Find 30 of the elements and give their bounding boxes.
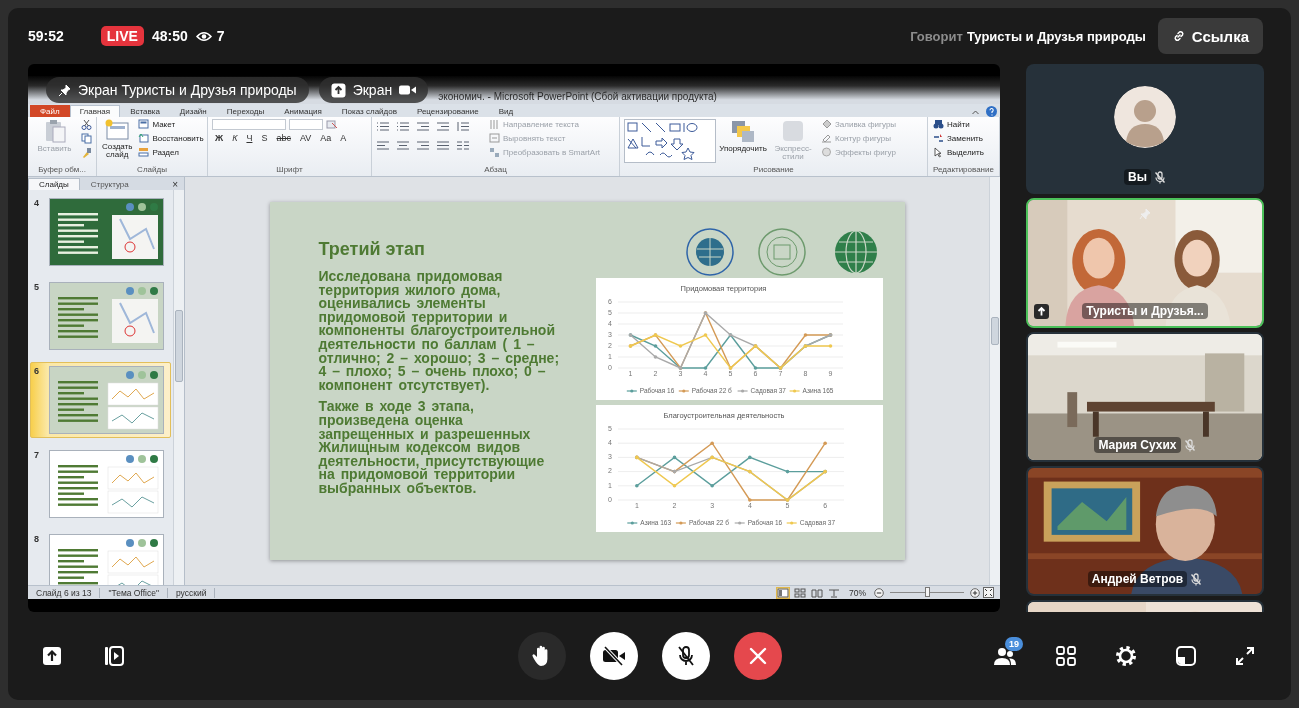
participant-name: Андрей Ветров xyxy=(1087,571,1188,587)
participant-name: Туристы и Друзья... xyxy=(1082,303,1208,319)
slide-number: 4 xyxy=(34,198,40,210)
stream-duration: 48:50 xyxy=(151,28,188,44)
group-title: Шрифт xyxy=(275,165,304,176)
group-title: Рисование xyxy=(752,165,795,176)
group-title: Буфер обм... xyxy=(37,165,87,176)
participant-name: Мария Сухих xyxy=(1094,437,1181,453)
call-timer: 59:52 xyxy=(28,28,64,44)
slide-paragraph: Исследована придомовая территория жилого дома, оценивались элементы придомовой территории и компоненты благоустроительной деятельности по баллам ( 1 – отлично; 2 – хорошо; 3 – средне; 4 – плохо; 5 – очень плохо; 0 – компонент отсутствует). xyxy=(318,270,561,393)
slide-number: 7 xyxy=(34,450,40,462)
slide-paragraph: Также в ходе 3 этапа, произведена оценка запрещенных и разрешенных Жилищным кодексом видов деятельности, присутствующие на придомовой территории выбранных объектов. xyxy=(318,400,546,496)
status-text: Слайд 6 из 13 xyxy=(28,587,101,598)
status-text: "Тема Office" xyxy=(100,587,168,598)
viewer-count: 7 xyxy=(216,28,225,44)
group-title: Абзац xyxy=(483,165,508,176)
speaking-label: Говорит xyxy=(910,28,963,44)
status-text: русский xyxy=(167,587,216,598)
slide-number: 5 xyxy=(34,282,40,294)
slide-title: Третий этап xyxy=(318,239,426,260)
zoom-level: 70% xyxy=(848,587,867,598)
participant-count-badge: 19 xyxy=(1005,637,1023,651)
participant-name: Вы xyxy=(1124,169,1151,185)
speaker-name: Туристы и Друзья природы xyxy=(966,28,1146,44)
slide-number: 8 xyxy=(34,534,40,546)
window-title: экономич. - Microsoft PowerPoint (Сбой активации продукта) xyxy=(438,91,717,104)
slide-number: 6 xyxy=(34,366,40,378)
live-badge: LIVE xyxy=(100,26,144,46)
group-title: Редактирование xyxy=(932,165,995,176)
group-title: Слайды xyxy=(136,165,168,176)
